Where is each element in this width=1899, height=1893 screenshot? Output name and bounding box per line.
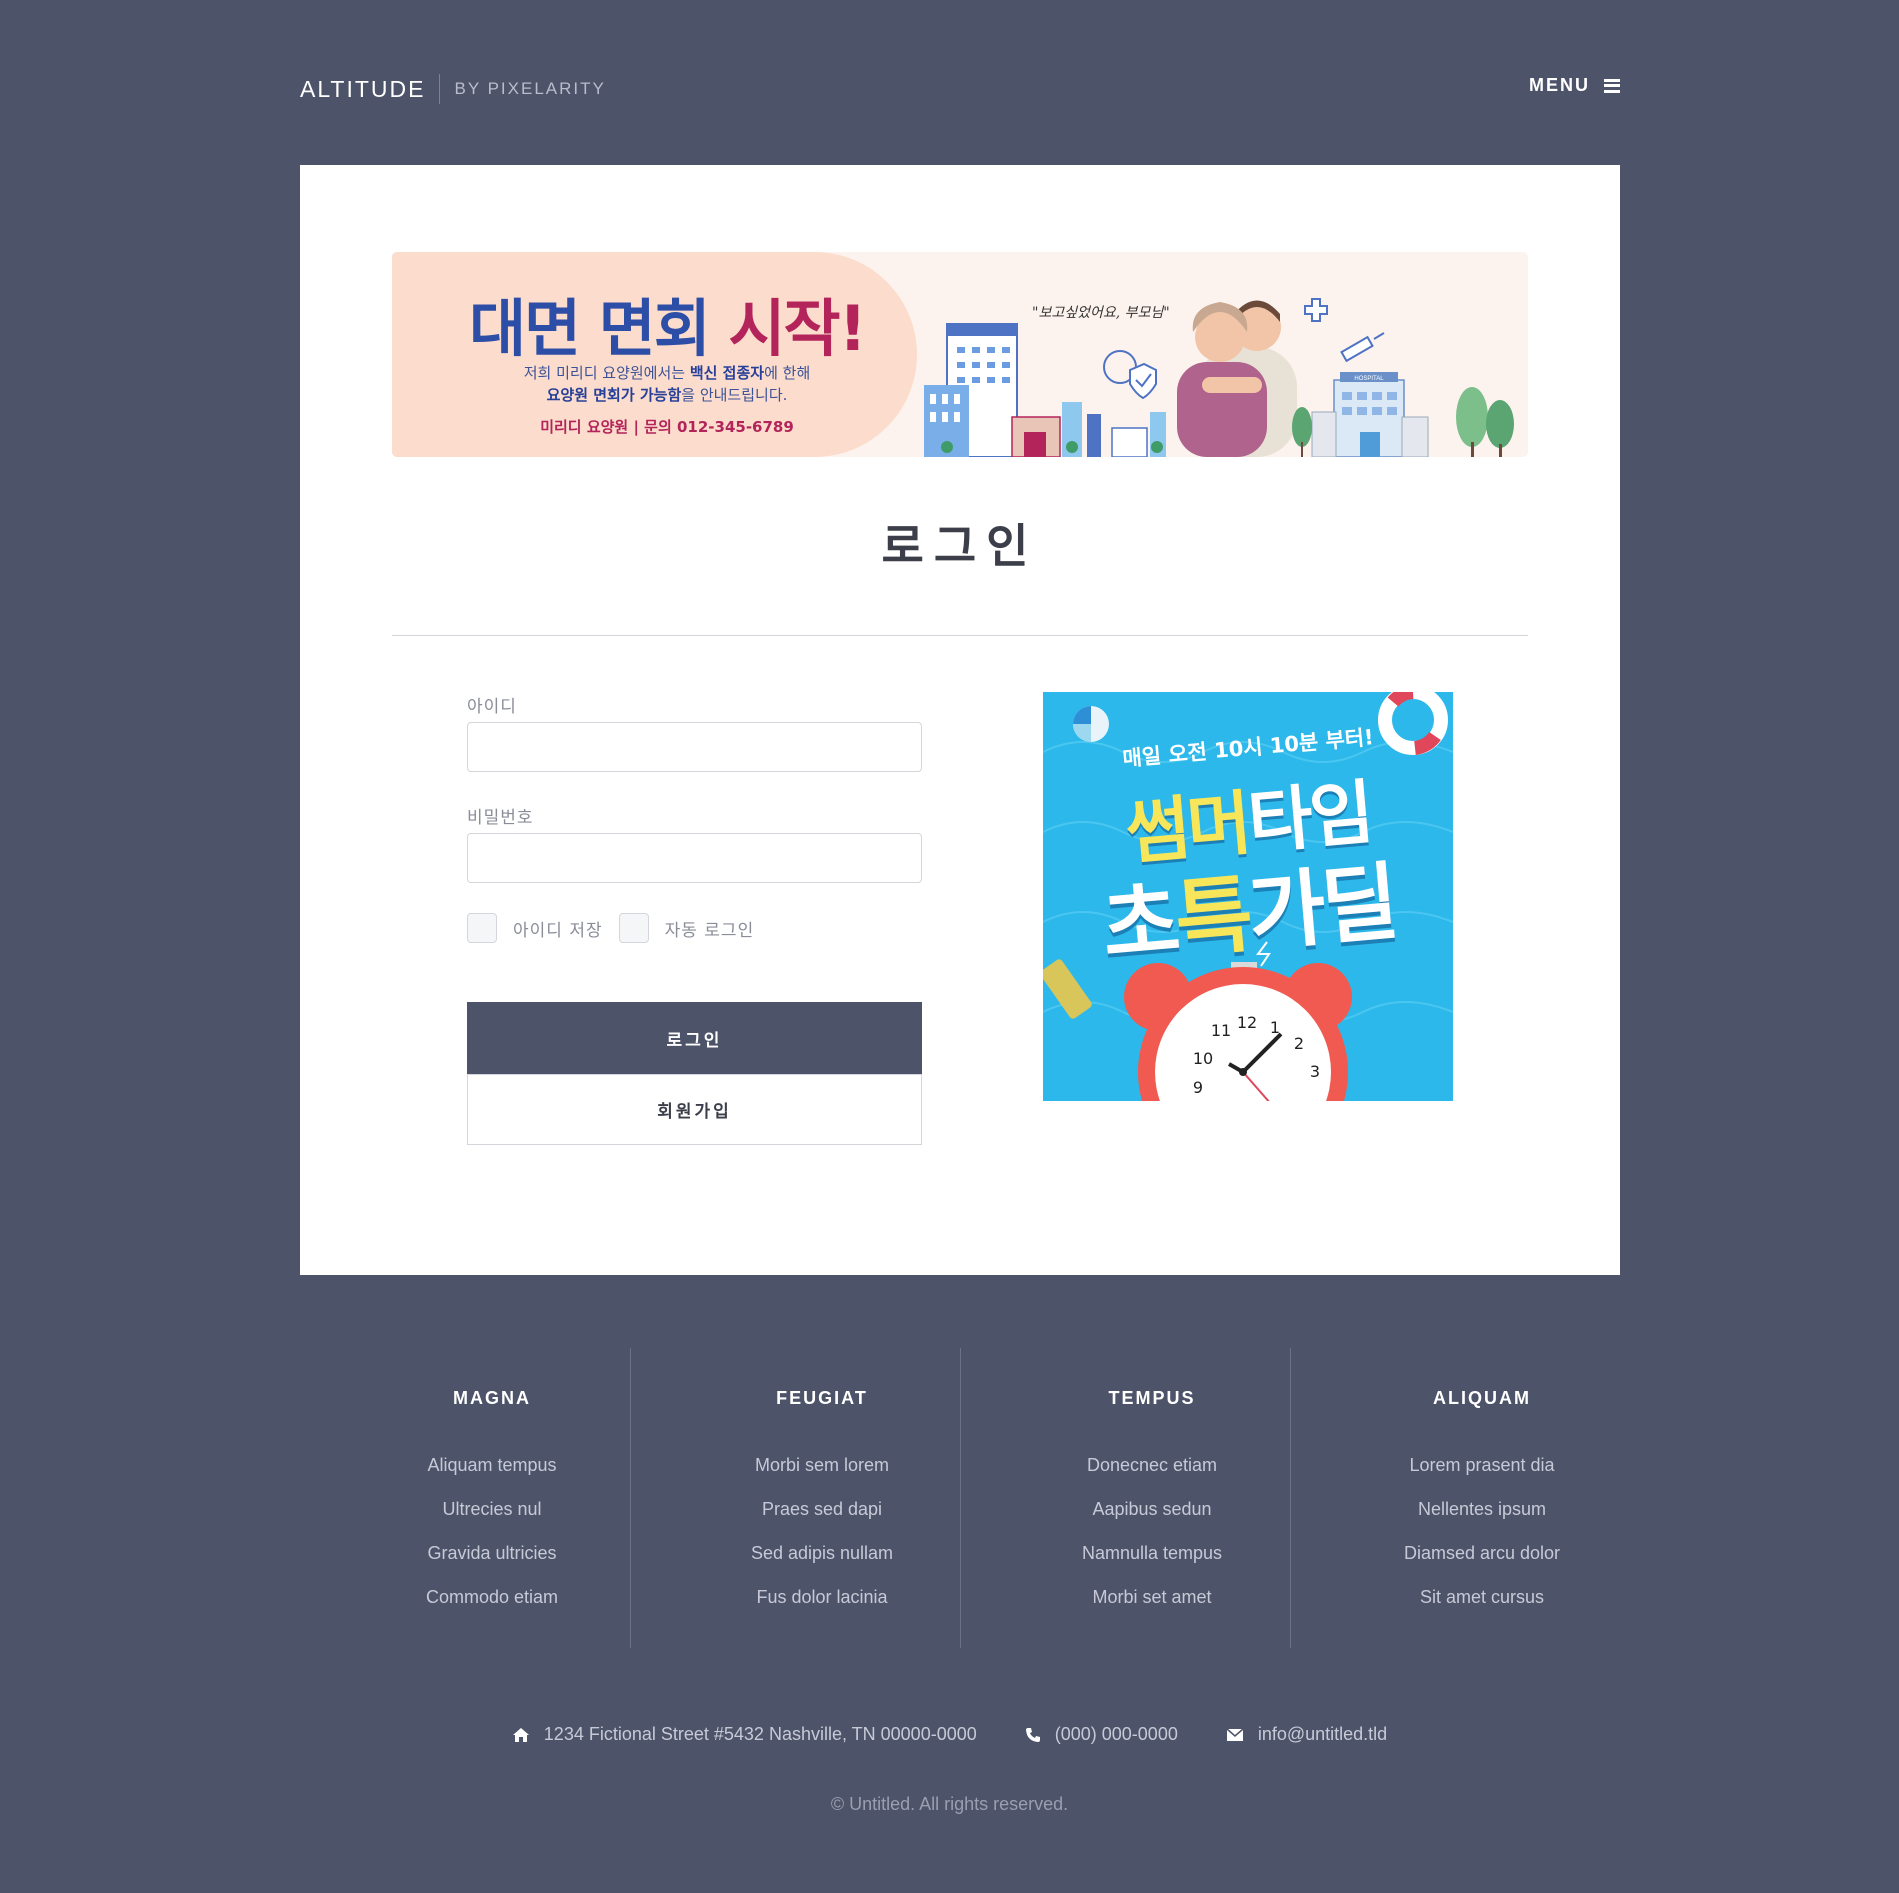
footer-column-aliquam: ALIQUAM Lorem prasent dia Nellentes ipsu… (1317, 1348, 1647, 1648)
banner-line1-pre: 저희 미리디 요양원에서는 (523, 364, 690, 382)
footer-link[interactable]: Sit amet cursus (1317, 1575, 1647, 1619)
family-hug-illustration (1177, 300, 1297, 457)
envelope-icon (1226, 1727, 1244, 1741)
banner-line1-post: 에 한해 (764, 364, 811, 382)
save-id-checkbox[interactable] (467, 913, 497, 943)
email-text: info@untitled.tld (1257, 1724, 1388, 1744)
visiting-banner[interactable]: 대면 면회 시작! 저희 미리디 요양원에서는 백신 접종자에 한해 요양원 면… (392, 252, 1528, 457)
footer-link[interactable]: Diamsed arcu dolor (1317, 1531, 1647, 1575)
footer-link[interactable]: Sed adipis nullam (657, 1531, 987, 1575)
footer-link[interactable]: Gravida ultricies (327, 1531, 657, 1575)
promo-title-line2-white2: 가딜 (1244, 852, 1399, 963)
menu-label: MENU (1529, 75, 1590, 95)
footer-column-magna: MAGNA Aliquam tempus Ultrecies nul Gravi… (327, 1348, 657, 1648)
footer-column-tempus: TEMPUS Donecnec etiam Aapibus sedun Namn… (987, 1348, 1317, 1648)
city-buildings-illustration (924, 323, 1166, 457)
footer-contact: 1234 Fictional Street #5432 Nashville, T… (0, 1724, 1899, 1745)
home-icon (512, 1727, 529, 1742)
hospital-building-illustration: HOSPITAL (1311, 372, 1429, 457)
clock-number-1: 1 (1270, 1018, 1280, 1037)
site-logo[interactable]: ALTITUDE BY PIXELARITY (300, 74, 606, 104)
auto-login-label[interactable]: 자동 로그인 (665, 916, 755, 941)
id-label: 아이디 (467, 697, 517, 717)
footer-column-divider (1290, 1348, 1291, 1648)
footer-link[interactable]: Lorem prasent dia (1317, 1443, 1647, 1487)
menu-icon (1604, 78, 1620, 93)
banner-title: 대면 면회 시작! (392, 278, 942, 368)
title-divider (392, 635, 1528, 636)
main-panel: 대면 면회 시작! 저희 미리디 요양원에서는 백신 접종자에 한해 요양원 면… (300, 165, 1620, 1275)
password-input[interactable] (467, 833, 922, 883)
phone-text: (000) 000-0000 (1054, 1724, 1178, 1744)
contact-email[interactable]: info@untitled.tld (1226, 1724, 1387, 1745)
footer-link[interactable]: Commodo etiam (327, 1575, 657, 1619)
hospital-sign: HOSPITAL (1354, 376, 1384, 382)
banner-title-red: 시작! (728, 292, 866, 365)
address-text: 1234 Fictional Street #5432 Nashville, T… (543, 1724, 977, 1744)
footer-link[interactable]: Namnulla tempus (987, 1531, 1317, 1575)
login-options: 아이디 저장 자동 로그인 (467, 913, 770, 943)
page-title: 로그인 (881, 519, 1039, 573)
clock-number-10: 10 (1193, 1049, 1213, 1068)
medical-cross-icon (1304, 298, 1328, 322)
password-label: 비밀번호 (467, 808, 534, 828)
banner-contact: 미리디 요양원 | 문의 012-345-6789 (540, 418, 794, 436)
banner-line2-bold: 요양원 면회가 가능함 (546, 386, 682, 404)
promo-title-line2-white: 초 (1098, 871, 1180, 976)
phone-icon (1025, 1727, 1040, 1742)
logo-sub-text: BY PIXELARITY (454, 79, 606, 98)
footer-link[interactable]: Praes sed dapi (657, 1487, 987, 1531)
save-id-label[interactable]: 아이디 저장 (513, 916, 603, 941)
site-header: ALTITUDE BY PIXELARITY MENU (0, 0, 1899, 165)
banner-line1-bold: 백신 접종자 (689, 364, 765, 382)
footer-link[interactable]: Morbi set amet (987, 1575, 1317, 1619)
contact-address: 1234 Fictional Street #5432 Nashville, T… (512, 1724, 977, 1745)
clock-number-3: 3 (1310, 1062, 1320, 1081)
footer-link[interactable]: Aliquam tempus (327, 1443, 657, 1487)
join-button[interactable]: 회원가입 (467, 1074, 922, 1145)
footer-link[interactable]: Ultrecies nul (327, 1487, 657, 1531)
copyright: © Untitled. All rights reserved. (830, 1794, 1069, 1814)
menu-button[interactable]: MENU (1529, 75, 1620, 96)
contact-phone[interactable]: (000) 000-0000 (1025, 1724, 1178, 1745)
logo-separator (439, 74, 441, 104)
clock-number-2: 2 (1294, 1034, 1304, 1053)
footer-column-divider (960, 1348, 961, 1648)
banner-line-2: 요양원 면회가 가능함을 안내드립니다. (392, 384, 942, 405)
footer-link[interactable]: Morbi sem lorem (657, 1443, 987, 1487)
id-input[interactable] (467, 722, 922, 772)
footer-link[interactable]: Nellentes ipsum (1317, 1487, 1647, 1531)
footer-link[interactable]: Aapibus sedun (987, 1487, 1317, 1531)
footer-column-feugiat: FEUGIAT Morbi sem lorem Praes sed dapi S… (657, 1348, 987, 1648)
footer-link[interactable]: Donecnec etiam (987, 1443, 1317, 1487)
footer-columns: MAGNA Aliquam tempus Ultrecies nul Gravi… (327, 1348, 1647, 1648)
auto-login-checkbox[interactable] (618, 913, 649, 943)
clock-number-9: 9 (1193, 1078, 1203, 1097)
syringe-icon (1340, 332, 1385, 363)
summer-promo-banner[interactable]: 11 12 1 2 3 10 9 매일 오전 10시 10분 부터! 썸머타임 … (1043, 692, 1453, 1101)
beach-ball-icon (1073, 706, 1109, 742)
banner-title-blue: 대면 면회 (469, 292, 729, 365)
banner-illustration: HOSPITAL (924, 298, 1514, 457)
footer-column-title: ALIQUAM (1433, 1388, 1531, 1408)
footer-column-title: FEUGIAT (776, 1388, 868, 1408)
clock-number-11: 11 (1211, 1021, 1231, 1040)
footer-column-title: MAGNA (453, 1388, 531, 1408)
footer-column-divider (630, 1348, 631, 1648)
login-button[interactable]: 로그인 (467, 1002, 922, 1074)
banner-quote: "보고싶었어요, 부모님" (1032, 305, 1170, 321)
clock-number-12: 12 (1237, 1013, 1257, 1032)
promo-title-line2-yellow: 특 (1171, 865, 1253, 970)
banner-line-1: 저희 미리디 요양원에서는 백신 접종자에 한해 (392, 362, 942, 383)
footer-column-title: TEMPUS (1108, 1388, 1196, 1408)
footer-link[interactable]: Fus dolor lacinia (657, 1575, 987, 1619)
logo-main-text: ALTITUDE (300, 75, 426, 102)
virus-shield-icon (1103, 350, 1157, 400)
banner-line2-post: 을 안내드립니다. (681, 386, 788, 404)
